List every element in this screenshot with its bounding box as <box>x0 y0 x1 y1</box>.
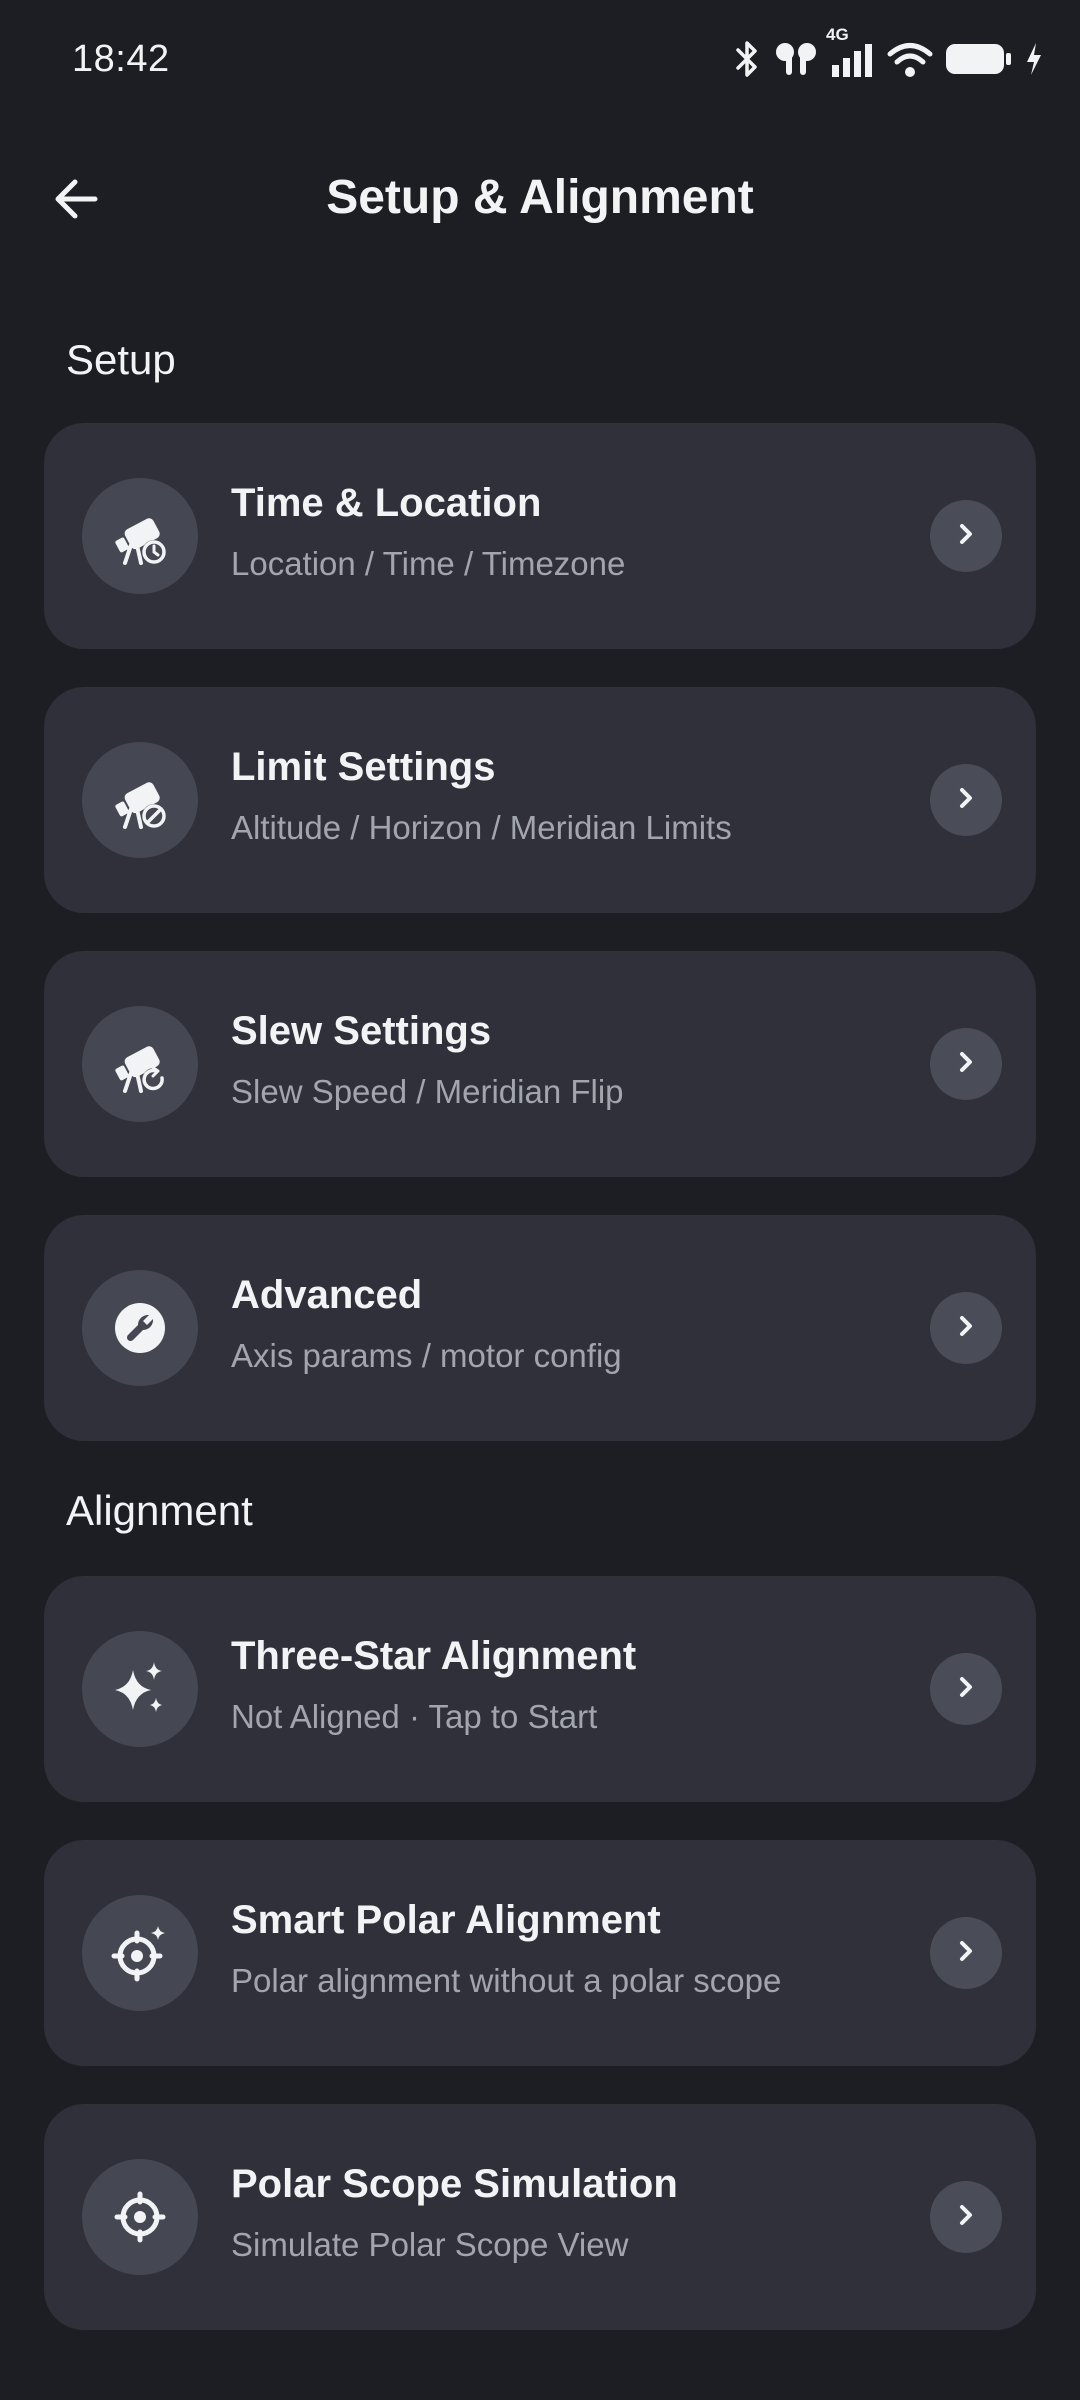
card-title: Three-Star Alignment <box>231 1634 637 1678</box>
chevron-right-icon <box>952 1312 980 1345</box>
chevron-right-button[interactable] <box>930 1292 1002 1364</box>
card-title: Advanced <box>231 1273 423 1317</box>
card-title: Smart Polar Alignment <box>231 1898 661 1942</box>
card-subtitle: Axis params / motor config <box>231 1337 622 1374</box>
crosshair-icon <box>82 2159 198 2275</box>
chevron-right-button[interactable] <box>930 2181 1002 2253</box>
app-bar: Setup & Alignment <box>0 150 1080 250</box>
card-polar-scope-simulation[interactable]: Polar Scope Simulation Simulate Polar Sc… <box>44 2104 1036 2330</box>
sparkle-stars-icon <box>82 1631 198 1747</box>
status-icons: 4G <box>732 25 1044 84</box>
bluetooth-icon <box>732 39 762 79</box>
telescope-limit-icon <box>82 742 198 858</box>
page-title: Setup & Alignment <box>326 171 754 224</box>
wifi-icon <box>886 39 934 79</box>
chevron-right-icon <box>952 520 980 553</box>
status-bar: 18:42 4G <box>0 0 1080 120</box>
earbuds-icon <box>772 39 820 79</box>
status-time: 18:42 <box>72 38 170 80</box>
network-type-label: 4G <box>826 25 849 44</box>
card-title: Time & Location <box>231 481 542 525</box>
telescope-clock-icon <box>82 478 198 594</box>
card-title: Limit Settings <box>231 745 496 789</box>
wrench-icon <box>82 1270 198 1386</box>
chevron-right-button[interactable] <box>930 764 1002 836</box>
telescope-rotate-icon <box>82 1006 198 1122</box>
chevron-right-icon <box>952 2201 980 2234</box>
cellular-signal-icon: 4G <box>826 25 876 79</box>
battery-icon <box>944 39 1014 79</box>
charging-bolt-icon <box>1024 39 1044 79</box>
crosshair-sparkle-icon <box>82 1895 198 2011</box>
chevron-right-button[interactable] <box>930 1917 1002 1989</box>
card-slew-settings[interactable]: Slew Settings Slew Speed / Meridian Flip <box>44 951 1036 1177</box>
card-limit-settings[interactable]: Limit Settings Altitude / Horizon / Meri… <box>44 687 1036 913</box>
card-subtitle: Location / Time / Timezone <box>231 545 626 582</box>
chevron-right-button[interactable] <box>930 1028 1002 1100</box>
chevron-right-icon <box>952 784 980 817</box>
card-three-star-alignment[interactable]: Three-Star Alignment Not Aligned · Tap t… <box>44 1576 1036 1802</box>
card-title: Slew Settings <box>231 1009 492 1053</box>
card-subtitle: Altitude / Horizon / Meridian Limits <box>231 809 732 846</box>
section-title-setup: Setup <box>66 336 176 383</box>
card-advanced[interactable]: Advanced Axis params / motor config <box>44 1215 1036 1441</box>
chevron-right-icon <box>952 1673 980 1706</box>
section-title-alignment: Alignment <box>66 1487 253 1534</box>
chevron-right-button[interactable] <box>930 1653 1002 1725</box>
card-time-location[interactable]: Time & Location Location / Time / Timezo… <box>44 423 1036 649</box>
chevron-right-button[interactable] <box>930 500 1002 572</box>
chevron-right-icon <box>952 1048 980 1081</box>
card-subtitle: Not Aligned · Tap to Start <box>231 1698 598 1735</box>
card-subtitle: Polar alignment without a polar scope <box>231 1962 782 1999</box>
card-subtitle: Simulate Polar Scope View <box>231 2226 629 2263</box>
card-title: Polar Scope Simulation <box>231 2162 678 2206</box>
card-smart-polar-alignment[interactable]: Smart Polar Alignment Polar alignment wi… <box>44 1840 1036 2066</box>
card-subtitle: Slew Speed / Meridian Flip <box>231 1073 624 1110</box>
chevron-right-icon <box>952 1937 980 1970</box>
